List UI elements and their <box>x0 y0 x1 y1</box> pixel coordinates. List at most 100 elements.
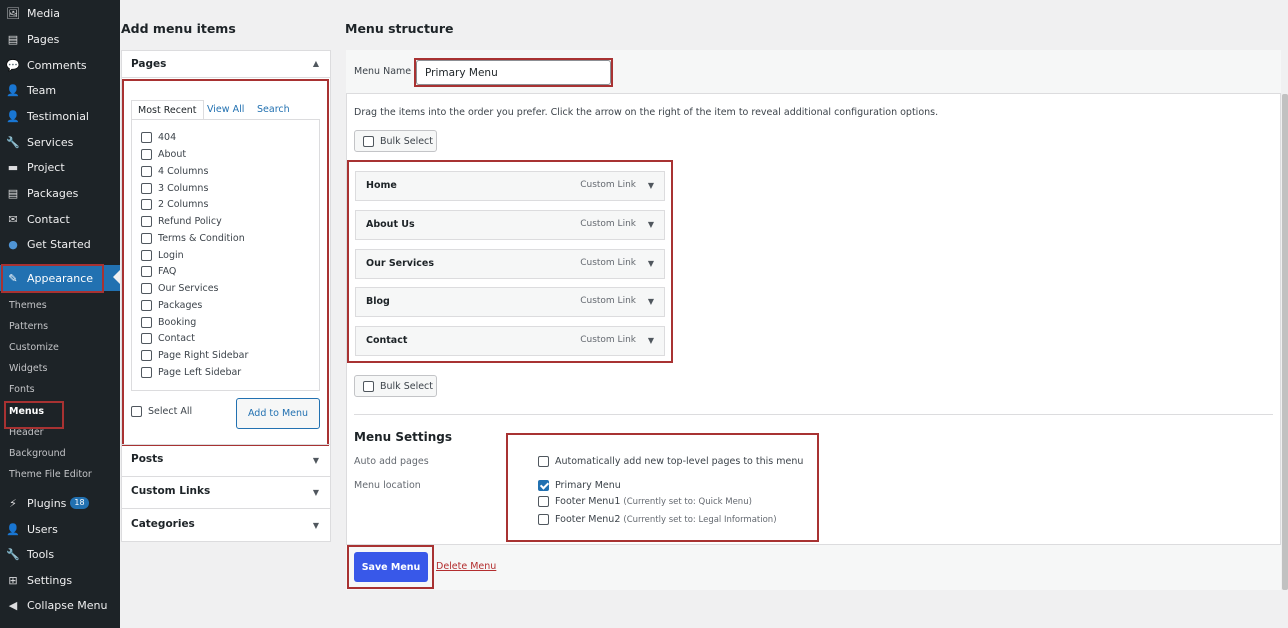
expand-arrow-icon[interactable]: ▼ <box>648 181 654 190</box>
bulk-select-button-bottom[interactable]: Bulk Select <box>354 375 437 397</box>
tab-search[interactable]: Search <box>251 100 296 120</box>
menu-item[interactable]: Contact Custom Link ▼ <box>355 326 665 356</box>
bulk-select-button-top[interactable]: Bulk Select <box>354 130 437 152</box>
location-checkbox[interactable] <box>538 514 549 525</box>
page-checkbox[interactable] <box>141 349 152 361</box>
page-checkbox[interactable] <box>141 282 152 294</box>
categories-section-header[interactable]: Categories ▼ <box>121 508 331 542</box>
paintbrush-icon: ✎ <box>8 271 18 285</box>
submenu-widgets[interactable]: Widgets <box>9 363 47 374</box>
sidebar-collapse-menu[interactable]: ◀ Collapse Menu <box>0 593 120 617</box>
sidebar-item-settings[interactable]: ⊞ Settings <box>0 568 120 592</box>
page-option[interactable]: Page Left Sidebar <box>141 365 241 379</box>
expand-arrow-icon[interactable]: ▼ <box>648 297 654 306</box>
page-option[interactable]: FAQ <box>141 264 176 278</box>
admin-sidebar: 🖼 Media ▤ Pages 💬 Comments 👤 Team 👤 Testimoni… <box>0 0 120 628</box>
auto-add-checkbox[interactable] <box>538 456 549 467</box>
sidebar-item-contact[interactable]: ✉ Contact <box>0 207 120 231</box>
submenu-fonts[interactable]: Fonts <box>9 384 35 395</box>
bulk-select-checkbox[interactable] <box>363 135 374 147</box>
menu-item[interactable]: Home Custom Link ▼ <box>355 171 665 201</box>
page-checkbox[interactable] <box>141 232 152 244</box>
expand-arrow-icon[interactable]: ▼ <box>648 336 654 345</box>
posts-section-header[interactable]: Posts ▼ <box>121 444 331 476</box>
menu-item[interactable]: Our Services Custom Link ▼ <box>355 249 665 279</box>
page-checkbox[interactable] <box>141 249 152 261</box>
page-option[interactable]: 404 <box>141 130 176 144</box>
page-checkbox[interactable] <box>141 131 152 143</box>
page-checkbox[interactable] <box>141 215 152 227</box>
menu-location-option[interactable]: Primary Menu <box>538 480 624 491</box>
delete-menu-link[interactable]: Delete Menu <box>436 561 496 572</box>
sidebar-item-plugins[interactable]: ⚡ Plugins 18 <box>0 491 120 515</box>
select-all-checkbox[interactable] <box>131 406 142 417</box>
sidebar-item-media[interactable]: 🖼 Media <box>0 1 120 25</box>
menu-item-title: Our Services <box>366 258 434 269</box>
page-option[interactable]: 4 Columns <box>141 164 208 178</box>
page-checkbox[interactable] <box>141 332 152 344</box>
page-checkbox[interactable] <box>141 148 152 160</box>
page-checkbox[interactable] <box>141 316 152 328</box>
submenu-patterns[interactable]: Patterns <box>9 321 48 332</box>
page-checkbox[interactable] <box>141 182 152 194</box>
add-to-menu-button[interactable]: Add to Menu <box>236 398 320 429</box>
sidebar-item-services[interactable]: 🔧 Services <box>0 130 120 154</box>
bulk-select-checkbox[interactable] <box>363 380 374 392</box>
sidebar-item-tools[interactable]: 🔧 Tools <box>0 542 120 566</box>
active-indicator <box>113 270 120 284</box>
auto-add-pages-option[interactable]: Automatically add new top-level pages to… <box>538 456 803 467</box>
menu-location-option[interactable]: Footer Menu1 (Currently set to: Quick Men… <box>538 496 752 507</box>
page-option[interactable]: Page Right Sidebar <box>141 348 248 362</box>
submenu-theme-file-editor[interactable]: Theme File Editor <box>9 469 92 480</box>
menu-location-option[interactable]: Footer Menu2 (Currently set to: Legal Inf… <box>538 514 777 525</box>
menu-item[interactable]: About Us Custom Link ▼ <box>355 210 665 240</box>
sidebar-item-appearance[interactable]: ✎ Appearance <box>0 265 120 291</box>
page-option[interactable]: 3 Columns <box>141 181 208 195</box>
sidebar-item-comments[interactable]: 💬 Comments <box>0 53 120 77</box>
menu-name-input[interactable]: Primary Menu <box>416 60 611 85</box>
page-checkbox[interactable] <box>141 265 152 277</box>
page-checkbox[interactable] <box>141 366 152 378</box>
page-option[interactable]: 2 Columns <box>141 197 208 211</box>
pages-section-header[interactable]: Pages ▲ <box>121 50 331 78</box>
menu-structure-heading: Menu structure <box>345 21 454 36</box>
page-option[interactable]: Booking <box>141 315 196 329</box>
expand-arrow-icon[interactable]: ▼ <box>648 220 654 229</box>
custom-links-section-header[interactable]: Custom Links ▼ <box>121 476 331 508</box>
posts-section-title: Posts <box>131 453 164 465</box>
pages-tabs: Most Recent View All Search <box>131 100 320 120</box>
menu-item[interactable]: Blog Custom Link ▼ <box>355 287 665 317</box>
page-option[interactable]: Terms & Condition <box>141 231 245 245</box>
page-checkbox[interactable] <box>141 198 152 210</box>
page-option[interactable]: Login <box>141 248 184 262</box>
expand-arrow-icon[interactable]: ▼ <box>648 259 654 268</box>
sidebar-item-pages[interactable]: ▤ Pages <box>0 27 120 51</box>
sidebar-item-testimonial[interactable]: 👤 Testimonial <box>0 104 120 128</box>
page-scrollbar-thumb[interactable] <box>1282 94 1288 590</box>
submenu-customize[interactable]: Customize <box>9 342 59 353</box>
page-checkbox[interactable] <box>141 299 152 311</box>
sidebar-item-project[interactable]: ▬ Project <box>0 155 120 179</box>
page-option[interactable]: About <box>141 147 186 161</box>
location-checkbox[interactable] <box>538 480 549 491</box>
categories-section-title: Categories <box>131 518 195 530</box>
submenu-header[interactable]: Header <box>9 427 44 438</box>
page-option[interactable]: Packages <box>141 298 202 312</box>
select-all-control[interactable]: Select All <box>131 406 192 417</box>
submenu-menus[interactable]: Menus <box>9 406 44 417</box>
tab-view-all[interactable]: View All <box>201 100 250 120</box>
save-menu-button[interactable]: Save Menu <box>354 552 428 582</box>
tab-most-recent[interactable]: Most Recent <box>131 100 204 120</box>
menu-item-title: About Us <box>366 219 415 230</box>
sidebar-item-get-started[interactable]: ● Get Started <box>0 232 120 256</box>
page-checkbox[interactable] <box>141 165 152 177</box>
location-checkbox[interactable] <box>538 496 549 507</box>
sidebar-item-packages[interactable]: ▤ Packages <box>0 181 120 205</box>
sidebar-item-users[interactable]: 👤 Users <box>0 517 120 541</box>
submenu-themes[interactable]: Themes <box>9 300 47 311</box>
submenu-background[interactable]: Background <box>9 448 66 459</box>
sidebar-item-team[interactable]: 👤 Team <box>0 78 120 102</box>
page-option[interactable]: Refund Policy <box>141 214 222 228</box>
page-option[interactable]: Our Services <box>141 281 218 295</box>
page-option[interactable]: Contact <box>141 331 195 345</box>
